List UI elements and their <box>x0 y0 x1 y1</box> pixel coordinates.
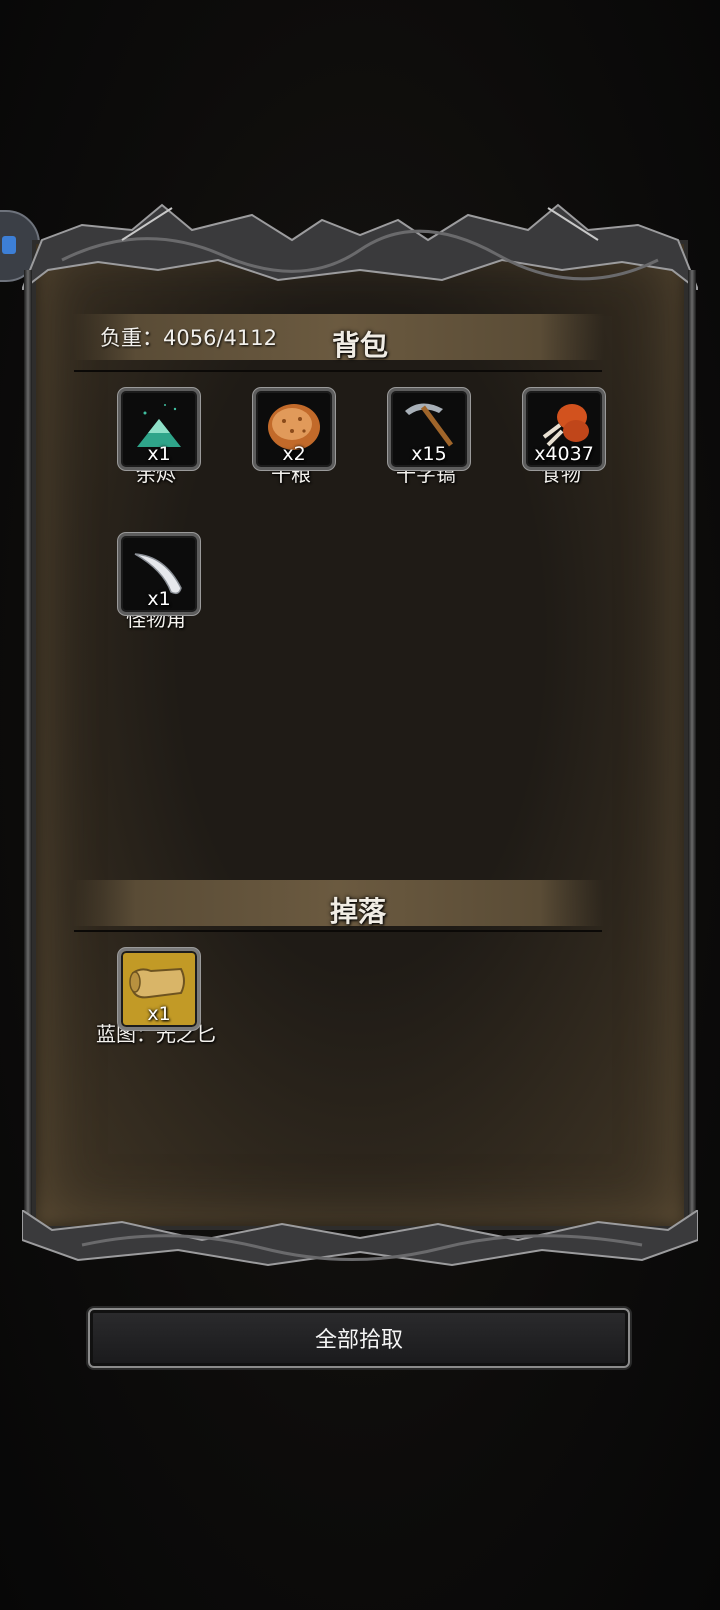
side-tab-icon <box>2 236 16 254</box>
loot-screen: 负重：4056/4112 背包 x1 余烬 x2 干粮 x15 十字镐 x403… <box>0 0 720 1610</box>
item-quantity: x2 <box>282 443 306 465</box>
backpack-title: 背包 <box>332 329 389 362</box>
drops-title: 掉落 <box>330 895 387 928</box>
item-frame: x4037 <box>523 388 605 470</box>
ornate-frame-bottom <box>22 1210 698 1267</box>
item-frame: x15 <box>388 388 470 470</box>
backpack-slot-food[interactable]: x4037 食物 <box>519 388 605 486</box>
item-quantity: x1 <box>147 443 171 465</box>
drop-slot-blueprint[interactable]: x1 蓝图：光之匕 <box>96 948 216 1046</box>
item-frame: x1 <box>118 388 200 470</box>
frame-right <box>688 270 696 1220</box>
backpack-slot-monster-horn[interactable]: x1 怪物角 <box>114 533 200 631</box>
item-frame: x2 <box>253 388 335 470</box>
backpack-header-divider <box>74 370 602 372</box>
pickup-all-label: 全部拾取 <box>314 1328 403 1353</box>
backpack-slot-pickaxe[interactable]: x15 十字镐 <box>384 388 470 486</box>
backpack-slot-ration[interactable]: x2 干粮 <box>249 388 335 486</box>
backpack-slot-ember[interactable]: x1 余烬 <box>114 388 200 486</box>
item-quantity: x1 <box>147 1003 171 1025</box>
item-frame: x1 <box>118 533 200 615</box>
carry-weight-label: 负重：4056/4112 <box>100 326 277 350</box>
drops-header-divider <box>74 930 602 932</box>
frame-left <box>24 270 32 1220</box>
item-quantity: x15 <box>411 443 447 465</box>
item-quantity: x4037 <box>534 443 594 465</box>
item-frame-gold: x1 <box>118 948 200 1030</box>
item-quantity: x1 <box>147 588 171 610</box>
pickup-all-button[interactable]: 全部拾取 <box>88 1308 630 1368</box>
ornate-frame-top <box>22 203 698 290</box>
